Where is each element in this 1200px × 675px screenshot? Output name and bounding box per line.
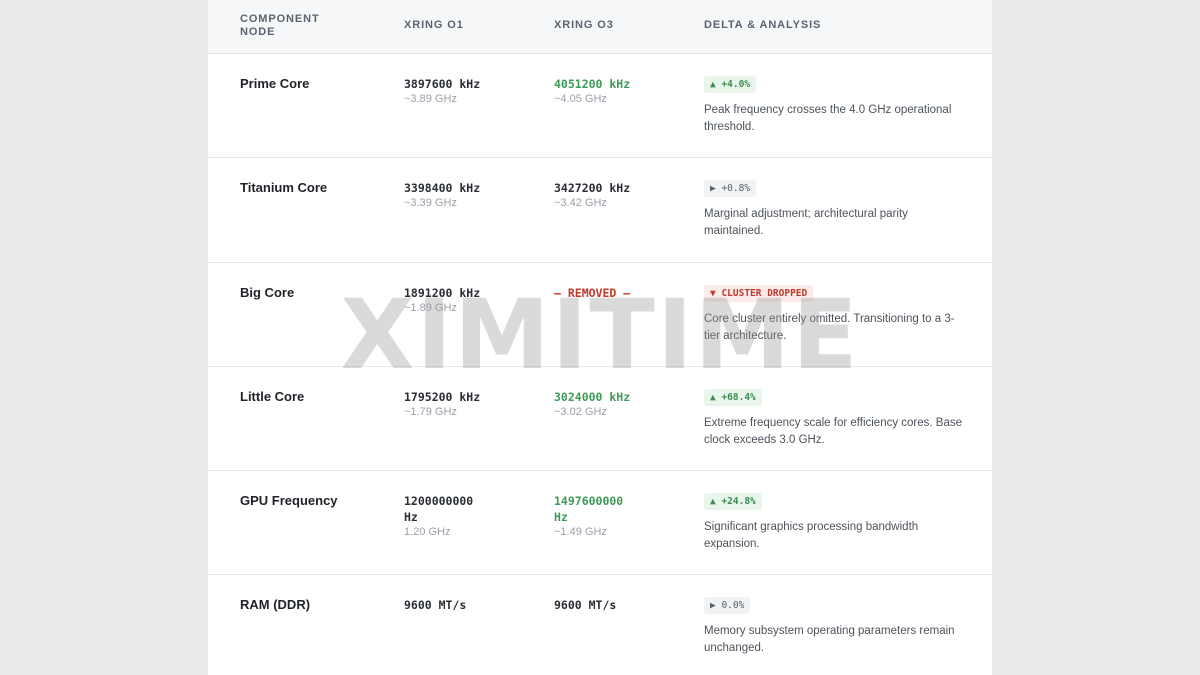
- header-xring-o1: XRING O1: [404, 19, 464, 31]
- analysis-note: Memory subsystem operating parameters re…: [704, 625, 955, 655]
- o1-value: 1891200 kHz ~1.89 GHz: [404, 285, 522, 315]
- o3-ghz: ~4.05 GHz: [554, 93, 607, 105]
- o3-removed-label: — REMOVED —: [554, 285, 631, 300]
- o3-frequency: 9600 MT/s: [554, 598, 617, 613]
- o1-frequency: 3897600 kHz: [404, 77, 481, 91]
- delta-badge: ▲ +24.8%: [704, 493, 762, 511]
- analysis-note: Core cluster entirely omitted. Transitio…: [704, 312, 955, 342]
- component-name: Big Core: [240, 284, 295, 300]
- o3-value: — REMOVED —: [554, 285, 634, 301]
- o1-value: 1200000000 Hz 1.20 GHz: [404, 493, 484, 539]
- table-row-big-core: Big Core 1891200 kHz ~1.89 GHz — REMOVED…: [208, 263, 992, 367]
- o1-value: 1795200 kHz ~1.79 GHz: [404, 389, 522, 419]
- table-row-ram-ddr: RAM (DDR) 9600 MT/s 9600 MT/s ▶ 0.0% Mem…: [208, 575, 992, 675]
- o3-value: 3024000 kHz ~3.02 GHz: [554, 389, 672, 419]
- o3-ghz: ~3.02 GHz: [554, 405, 607, 418]
- o3-ghz: ~3.42 GHz: [554, 197, 607, 210]
- o3-frequency: 3024000 kHz: [554, 389, 631, 404]
- o1-ghz: ~3.89 GHz: [404, 93, 457, 105]
- o1-frequency: 9600 MT/s: [404, 598, 467, 613]
- o3-frequency: 3427200 kHz: [554, 181, 631, 196]
- o1-frequency: 1795200 kHz: [404, 389, 481, 404]
- table-row-prime-core: Prime Core 3897600 kHz ~3.89 GHz 4051200…: [208, 54, 992, 159]
- analysis-note: Marginal adjustment; architectural parit…: [704, 208, 908, 238]
- table-header: COMPONENT NODE XRING O1 XRING O3 DELTA &…: [208, 0, 992, 54]
- o1-frequency: 1200000000 Hz: [404, 494, 474, 525]
- o3-frequency: 1497600000 Hz: [554, 494, 624, 525]
- component-name: Titanium Core: [240, 180, 328, 196]
- delta-badge: ▼ CLUSTER DROPPED: [704, 284, 814, 302]
- component-name: Prime Core: [240, 76, 310, 91]
- o3-value: 1497600000 Hz ~1.49 GHz: [554, 493, 634, 539]
- o1-frequency: 1891200 kHz: [404, 285, 481, 300]
- o3-ghz: ~1.49 GHz: [554, 526, 607, 539]
- analysis-note: Peak frequency crosses the 4.0 GHz opera…: [704, 104, 952, 133]
- table-row-little-core: Little Core 1795200 kHz ~1.79 GHz 302400…: [208, 367, 992, 472]
- o1-ghz: ~1.89 GHz: [404, 301, 457, 314]
- component-name: RAM (DDR): [240, 597, 311, 613]
- header-delta-analysis: DELTA & ANALYSIS: [704, 19, 822, 31]
- o1-frequency: 3398400 kHz: [404, 181, 481, 196]
- table-row-titanium-core: Titanium Core 3398400 kHz ~3.39 GHz 3427…: [208, 158, 992, 263]
- o1-ghz: ~3.39 GHz: [404, 197, 457, 210]
- o1-value: 3398400 kHz ~3.39 GHz: [404, 180, 522, 210]
- o3-value: 9600 MT/s: [554, 597, 672, 613]
- o3-value: 3427200 kHz ~3.42 GHz: [554, 180, 672, 210]
- o3-value: 4051200 kHz ~4.05 GHz: [554, 76, 672, 106]
- analysis-note: Extreme frequency scale for efficiency c…: [704, 416, 963, 446]
- delta-badge: ▶ 0.0%: [704, 597, 751, 615]
- o1-value: 3897600 kHz ~3.89 GHz: [404, 76, 522, 106]
- component-name: GPU Frequency: [240, 493, 338, 509]
- delta-badge: ▲ +4.0%: [704, 76, 757, 93]
- comparison-table: COMPONENT NODE XRING O1 XRING O3 DELTA &…: [208, 0, 992, 675]
- header-component-node: COMPONENT NODE: [240, 13, 320, 38]
- o1-ghz: ~1.79 GHz: [404, 405, 457, 418]
- o1-ghz: 1.20 GHz: [404, 526, 451, 539]
- analysis-note: Significant graphics processing bandwidt…: [704, 521, 919, 551]
- table-row-gpu-frequency: GPU Frequency 1200000000 Hz 1.20 GHz 149…: [208, 471, 992, 576]
- delta-badge: ▶ +0.8%: [704, 180, 757, 198]
- o3-frequency: 4051200 kHz: [554, 77, 631, 91]
- o1-value: 9600 MT/s: [404, 597, 522, 613]
- component-name: Little Core: [240, 388, 305, 404]
- header-xring-o3: XRING O3: [554, 19, 614, 31]
- delta-badge: ▲ +68.4%: [704, 388, 762, 406]
